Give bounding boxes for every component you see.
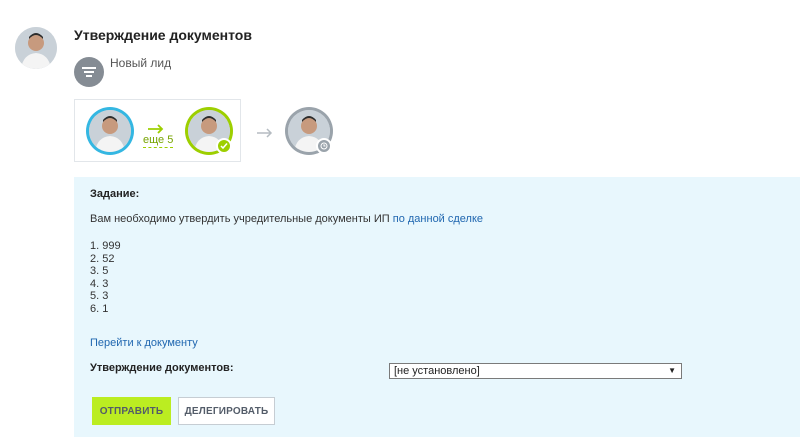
clock-icon	[316, 138, 332, 154]
initiator-avatar[interactable]	[89, 110, 131, 152]
dropdown-arrow-icon: ▼	[668, 366, 676, 375]
approval-select[interactable]: [не установлено] ▼	[389, 363, 682, 379]
person-photo-icon	[89, 110, 131, 152]
list-item: 1. 999	[90, 240, 121, 252]
list-item: 2. 52	[90, 252, 115, 265]
delegate-button[interactable]: ДЕЛЕГИРОВАТЬ	[178, 397, 275, 425]
arrow-right-icon	[256, 125, 274, 143]
page-title: Утверждение документов	[74, 27, 252, 43]
check-icon	[216, 138, 232, 154]
task-description: Вам необходимо утвердить учредительные д…	[90, 213, 483, 225]
deal-link[interactable]: по данной сделке	[393, 213, 483, 225]
list-item: 6. 1	[90, 302, 109, 315]
list-item: 3. 5	[90, 265, 109, 277]
approval-field-label: Утверждение документов:	[90, 362, 234, 374]
author-avatar[interactable]	[15, 27, 57, 69]
task-heading: Задание:	[90, 188, 140, 200]
list-item: 4. 3	[90, 277, 109, 290]
goto-document-link[interactable]: Перейти к документу	[90, 337, 198, 349]
stage-label: Новый лид	[110, 56, 172, 70]
more-participants-link[interactable]: еще 5	[143, 134, 174, 148]
task-text: Вам необходимо утвердить учредительные д…	[90, 213, 390, 225]
stage-icon	[74, 57, 104, 87]
list-item: 5. 3	[90, 290, 109, 302]
approval-select-value: [не установлено]	[394, 365, 480, 377]
filter-icon	[82, 67, 96, 77]
send-button[interactable]: ОТПРАВИТЬ	[92, 397, 171, 425]
task-items: 1. 999 2. 52 3. 5 4. 3 5. 3 6. 1	[90, 240, 121, 315]
person-photo-icon	[15, 27, 57, 69]
